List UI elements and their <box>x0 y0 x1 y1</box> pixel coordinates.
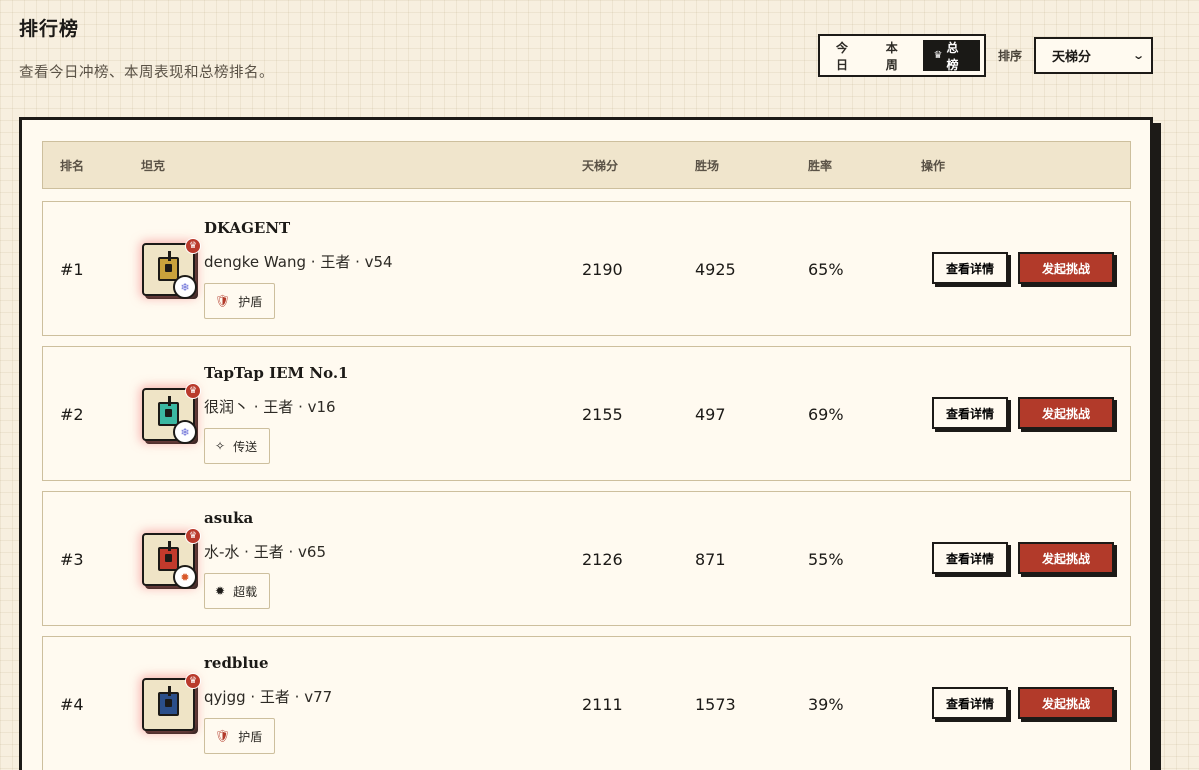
page-title: 排行榜 <box>19 18 80 40</box>
burst-icon: ✹ <box>173 565 197 589</box>
skill-label: 护盾 <box>238 729 263 744</box>
page-subtitle: 查看今日冲榜、本周表现和总榜排名。 <box>19 65 274 81</box>
crown-icon: ♛ <box>185 528 201 544</box>
rank-cell: #4 <box>60 695 84 714</box>
sort-select[interactable]: 天梯分 ⌄ <box>1034 37 1153 74</box>
rank-cell: #2 <box>60 405 84 424</box>
column-tank: 坦克 <box>141 159 166 173</box>
tab-week[interactable]: 本周 <box>874 40 922 72</box>
skill-tag: 🛡 护盾 <box>204 283 276 319</box>
skill-tag: ✹ 超载 <box>204 573 271 609</box>
column-rank: 排名 <box>60 159 85 173</box>
tank-meta: 很润丶 · 王者 · v16 <box>204 398 336 416</box>
skill-label: 护盾 <box>238 294 263 309</box>
burst-icon: ✹ <box>215 584 226 598</box>
score-cell: 2155 <box>582 405 623 424</box>
shield-icon: 🛡 <box>215 729 231 743</box>
wins-cell: 4925 <box>695 260 736 279</box>
period-tabs: 今日 本周 ♛ 总榜 <box>818 34 986 77</box>
sort-label: 排序 <box>998 49 1023 63</box>
leaderboard-panel: 排名 坦克 天梯分 胜场 胜率 操作 #1 ♛ ❄ DKAGENT dengke… <box>19 117 1153 770</box>
score-cell: 2190 <box>582 260 623 279</box>
tank-meta: qyjgg · 王者 · v77 <box>204 688 333 706</box>
challenge-button[interactable]: 发起挑战 <box>1018 397 1114 429</box>
table-row: #3 ♛ ✹ asuka 水-水 · 王者 · v65 ✹ 超载 2126 87… <box>42 491 1131 626</box>
skill-tag: 🛡 护盾 <box>204 718 276 754</box>
skill-label: 传送 <box>233 439 258 454</box>
skill-label: 超载 <box>233 584 258 599</box>
tank-name[interactable]: TapTap IEM No.1 <box>204 364 348 382</box>
challenge-button[interactable]: 发起挑战 <box>1018 252 1114 284</box>
sort-selected-value: 天梯分 <box>1052 50 1092 65</box>
view-detail-button[interactable]: 查看详情 <box>932 252 1008 284</box>
shield-icon: 🛡 <box>215 294 231 308</box>
tab-overall-label: 总榜 <box>946 40 959 72</box>
view-detail-button[interactable]: 查看详情 <box>932 687 1008 719</box>
tank-avatar[interactable]: ♛ ❄ <box>142 238 201 299</box>
tab-overall[interactable]: ♛ 总榜 <box>923 40 981 72</box>
tank-meta: dengke Wang · 王者 · v54 <box>204 253 393 271</box>
tank-name[interactable]: asuka <box>204 509 253 527</box>
tank-icon <box>158 686 179 716</box>
tank-avatar[interactable]: ♛ <box>142 673 201 731</box>
table-row: #2 ♛ ❄ TapTap IEM No.1 很润丶 · 王者 · v16 ✧ … <box>42 346 1131 481</box>
wins-cell: 497 <box>695 405 726 424</box>
challenge-button[interactable]: 发起挑战 <box>1018 542 1114 574</box>
skill-tag: ✧ 传送 <box>204 428 271 464</box>
tank-avatar[interactable]: ♛ ✹ <box>142 528 201 589</box>
crown-icon: ♛ <box>185 238 201 254</box>
crown-icon: ♛ <box>185 673 201 689</box>
rank-cell: #1 <box>60 260 84 279</box>
winrate-cell: 39% <box>808 695 844 714</box>
score-cell: 2126 <box>582 550 623 569</box>
table-row: #1 ♛ ❄ DKAGENT dengke Wang · 王者 · v54 🛡 … <box>42 201 1131 336</box>
winrate-cell: 65% <box>808 260 844 279</box>
column-wins: 胜场 <box>695 159 720 173</box>
table-row: #4 ♛ redblue qyjgg · 王者 · v77 🛡 护盾 2111 … <box>42 636 1131 770</box>
rank-cell: #3 <box>60 550 84 569</box>
score-cell: 2111 <box>582 695 623 714</box>
tank-name[interactable]: redblue <box>204 654 269 672</box>
winrate-cell: 69% <box>808 405 844 424</box>
sparkle-icon: ✧ <box>215 439 226 453</box>
table-header: 排名 坦克 天梯分 胜场 胜率 操作 <box>42 141 1131 189</box>
tank-meta: 水-水 · 王者 · v65 <box>204 543 326 561</box>
crown-icon: ♛ <box>185 383 201 399</box>
crown-icon: ♛ <box>933 50 943 61</box>
column-winrate: 胜率 <box>808 159 833 173</box>
tank-name[interactable]: DKAGENT <box>204 219 290 237</box>
wins-cell: 871 <box>695 550 726 569</box>
tab-today[interactable]: 今日 <box>824 40 872 72</box>
view-detail-button[interactable]: 查看详情 <box>932 542 1008 574</box>
snowflake-icon: ❄ <box>173 275 197 299</box>
challenge-button[interactable]: 发起挑战 <box>1018 687 1114 719</box>
winrate-cell: 55% <box>808 550 844 569</box>
snowflake-icon: ❄ <box>173 420 197 444</box>
wins-cell: 1573 <box>695 695 736 714</box>
tank-avatar[interactable]: ♛ ❄ <box>142 383 201 444</box>
column-actions: 操作 <box>921 159 946 173</box>
column-score: 天梯分 <box>582 159 619 173</box>
view-detail-button[interactable]: 查看详情 <box>932 397 1008 429</box>
chevron-down-icon: ⌄ <box>1131 49 1145 62</box>
